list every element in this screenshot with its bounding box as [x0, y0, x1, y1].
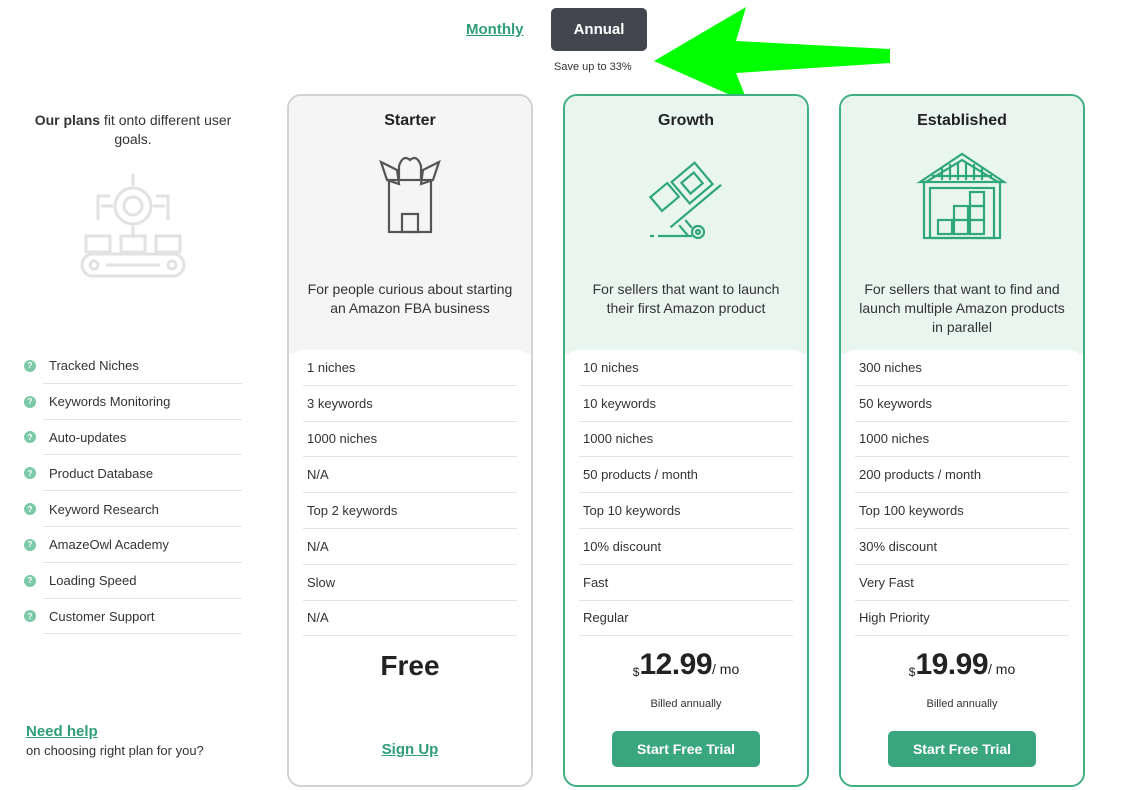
plan-description: For sellers that want to launch their fi…	[592, 281, 780, 316]
value-row: N/A	[303, 601, 517, 637]
price: $19.99/ mo	[841, 648, 1083, 682]
value-row: 10 niches	[579, 350, 793, 386]
value-row: Very Fast	[855, 565, 1069, 601]
billed-note: Billed annually	[926, 698, 998, 710]
start-free-trial-button[interactable]: Start Free Trial	[888, 731, 1036, 767]
value-row: 1000 niches	[579, 422, 793, 458]
value-row: 1 niches	[303, 350, 517, 386]
start-free-trial-button[interactable]: Start Free Trial	[612, 731, 760, 767]
question-icon[interactable]: ?	[24, 574, 36, 587]
value-row: 30% discount	[855, 529, 1069, 565]
launch-product-icon	[648, 161, 722, 240]
feature-label: Tracked Niches	[49, 358, 139, 374]
help-section: Need help on choosing right plan for you…	[26, 723, 204, 758]
price-amount: 12.99	[639, 648, 713, 681]
value-row: Regular	[579, 601, 793, 637]
value-row: Fast	[579, 565, 793, 601]
plan-description: For sellers that want to find and launch…	[859, 281, 1065, 335]
card-header: Established For sellers that want to fin…	[841, 96, 1083, 354]
value-row: 50 products / month	[579, 457, 793, 494]
price-period: / mo	[988, 661, 1016, 677]
question-icon[interactable]: ?	[24, 359, 36, 372]
feature-label: Product Database	[49, 465, 154, 481]
value-row: 10% discount	[579, 529, 793, 565]
feature-label: Auto-updates	[49, 429, 127, 445]
price-free: Free	[380, 650, 440, 681]
value-row: N/A	[303, 457, 517, 494]
value-row: Top 10 keywords	[579, 493, 793, 529]
plan-card-starter: Starter For people curious about startin…	[287, 94, 533, 787]
feature-row: ? Auto-updates	[24, 420, 242, 456]
value-row: N/A	[303, 529, 517, 565]
card-body: 1 niches 3 keywords 1000 niches N/A Top …	[289, 350, 531, 785]
value-row: 3 keywords	[303, 386, 517, 422]
feature-row: ? AmazeOwl Academy	[24, 527, 242, 563]
feature-row: ? Loading Speed	[24, 563, 242, 599]
box-icon	[379, 156, 441, 234]
question-icon[interactable]: ?	[24, 395, 36, 408]
feature-row: ? Tracked Niches	[24, 348, 242, 384]
plan-name: Established	[917, 112, 1007, 129]
value-list: 1 niches 3 keywords 1000 niches N/A Top …	[303, 350, 517, 637]
sign-up-link[interactable]: Sign Up	[289, 741, 531, 758]
annual-toggle[interactable]: Annual	[551, 8, 647, 51]
question-icon[interactable]: ?	[24, 431, 36, 444]
plan-description: For people curious about starting an Ama…	[307, 281, 513, 316]
question-icon[interactable]: ?	[24, 538, 36, 551]
value-row: 50 keywords	[855, 386, 1069, 422]
feature-label: Keyword Research	[49, 501, 159, 517]
warehouse-icon	[916, 152, 1008, 240]
value-row: 300 niches	[855, 350, 1069, 386]
card-header: Growth For sellers that want to launch t…	[565, 96, 807, 354]
question-icon[interactable]: ?	[24, 467, 36, 480]
green-arrow-icon	[654, 7, 890, 103]
value-row: 10 keywords	[579, 386, 793, 422]
card-header: Starter For people curious about startin…	[289, 96, 531, 354]
need-help-link[interactable]: Need help	[26, 723, 204, 740]
feature-label: AmazeOwl Academy	[49, 537, 169, 553]
question-icon[interactable]: ?	[24, 503, 36, 516]
intro-bold: Our plans	[34, 112, 101, 128]
value-list: 300 niches 50 keywords 1000 niches 200 p…	[855, 350, 1069, 637]
plan-card-growth: Growth For sellers that want to launch t…	[563, 94, 809, 787]
intro-rest: fit onto different user goals.	[100, 112, 232, 147]
feature-row: ? Product Database	[24, 455, 242, 491]
value-row: Top 100 keywords	[855, 493, 1069, 529]
value-list: 10 niches 10 keywords 1000 niches 50 pro…	[579, 350, 793, 637]
save-note: Save up to 33%	[554, 61, 632, 73]
feature-label: Loading Speed	[49, 573, 137, 589]
value-row: High Priority	[855, 601, 1069, 637]
price-amount: 19.99	[915, 648, 989, 681]
value-row: Top 2 keywords	[303, 493, 517, 529]
feature-row: ? Keyword Research	[24, 491, 242, 527]
plan-card-established: Established For sellers that want to fin…	[839, 94, 1085, 787]
plan-name: Starter	[384, 112, 436, 129]
question-icon[interactable]: ?	[24, 610, 36, 623]
feature-row: ? Keywords Monitoring	[24, 384, 242, 420]
help-text: on choosing right plan for you?	[26, 743, 204, 758]
price: $12.99/ mo	[565, 648, 807, 682]
billed-note: Billed annually	[650, 698, 722, 710]
card-body: 300 niches 50 keywords 1000 niches 200 p…	[841, 350, 1083, 785]
feature-label: Customer Support	[49, 608, 155, 624]
feature-list: ? Tracked Niches ? Keywords Monitoring ? Au…	[24, 348, 242, 635]
feature-row: ? Customer Support	[24, 599, 242, 635]
value-row: 200 products / month	[855, 457, 1069, 494]
monthly-toggle[interactable]: Monthly	[466, 21, 524, 38]
value-row: 1000 niches	[303, 422, 517, 458]
value-row: Slow	[303, 565, 517, 601]
card-body: 10 niches 10 keywords 1000 niches 50 pro…	[565, 350, 807, 785]
price-period: / mo	[712, 661, 740, 677]
feature-label: Keywords Monitoring	[49, 394, 171, 410]
assembly-line-icon	[80, 174, 186, 278]
plan-name: Growth	[658, 112, 714, 129]
value-row: 1000 niches	[855, 422, 1069, 458]
intro-text: Our plans fit onto different user goals.	[22, 111, 244, 149]
